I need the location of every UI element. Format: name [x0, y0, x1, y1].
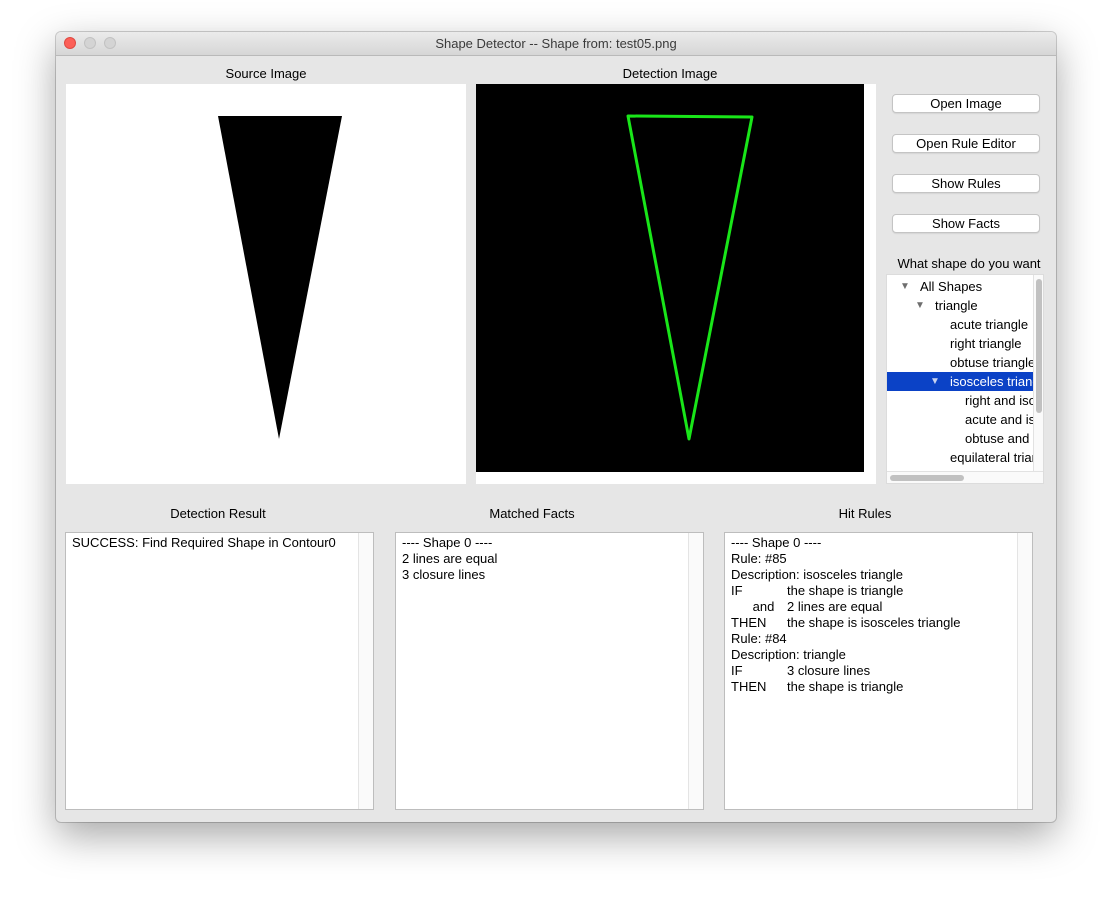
open-rule-editor-button[interactable]: Open Rule Editor [892, 134, 1040, 153]
disclosure-down-icon[interactable]: ▼ [900, 277, 910, 296]
detection-result-scrollbar[interactable] [358, 533, 373, 809]
matched-facts-label: Matched Facts [489, 506, 575, 521]
window-title: Shape Detector -- Shape from: test05.png [435, 36, 677, 51]
tree-item-right-triangle[interactable]: right triangle [887, 334, 1033, 353]
disclosure-down-icon[interactable]: ▼ [930, 372, 940, 391]
maximize-window-button[interactable] [104, 37, 116, 49]
source-triangle-shape [218, 116, 342, 439]
rule-line: Rule: #84 [731, 631, 787, 646]
source-triangle-image [218, 116, 342, 439]
matched-facts-scrollbar[interactable] [688, 533, 703, 809]
shape-tree[interactable]: ▼ All Shapes ▼ triangle acute triangle r… [886, 274, 1044, 484]
tree-item-all-shapes[interactable]: ▼ All Shapes [887, 277, 1033, 296]
show-facts-button[interactable]: Show Facts [892, 214, 1040, 233]
shape-question-label: What shape do you want [897, 256, 1041, 271]
rule-line: Description: triangle [731, 647, 846, 662]
rule-line: and 2 lines are equal [731, 599, 883, 614]
tree-horizontal-scrollbar[interactable] [887, 471, 1043, 483]
source-image-label: Source Image [225, 66, 307, 81]
tree-item-equilateral-triangle[interactable]: equilateral triangle [887, 448, 1033, 467]
source-image-view [66, 84, 466, 484]
detection-result-textarea[interactable]: SUCCESS: Find Required Shape in Contour0 [65, 532, 374, 810]
tree-item-obtuse-triangle[interactable]: obtuse triangle [887, 353, 1033, 372]
detection-image-canvas [476, 84, 864, 472]
detection-result-label: Detection Result [170, 506, 266, 521]
rule-line: THEN the shape is isosceles triangle [731, 615, 961, 630]
fact-line: ---- Shape 0 ---- [402, 535, 493, 550]
tree-vertical-scrollbar[interactable] [1033, 275, 1043, 471]
tree-item-acute-and-isosceles[interactable]: acute and isosceles triangle [887, 410, 1033, 429]
minimize-window-button[interactable] [84, 37, 96, 49]
tree-item-triangle[interactable]: ▼ triangle [887, 296, 1033, 315]
tree-item-acute-triangle[interactable]: acute triangle [887, 315, 1033, 334]
title-bar[interactable]: Shape Detector -- Shape from: test05.png [56, 32, 1056, 56]
rule-line: ---- Shape 0 ---- [731, 535, 822, 550]
hit-rules-textarea[interactable]: ---- Shape 0 ---- Rule: #85 Description:… [724, 532, 1033, 810]
open-image-button[interactable]: Open Image [892, 94, 1040, 113]
rule-line: IF 3 closure lines [731, 663, 871, 678]
tree-vertical-scroll-thumb[interactable] [1036, 279, 1042, 413]
detection-image-background [476, 84, 864, 472]
show-rules-button[interactable]: Show Rules [892, 174, 1040, 193]
matched-facts-textarea[interactable]: ---- Shape 0 ---- 2 lines are equal 3 cl… [395, 532, 704, 810]
rule-line: Rule: #85 [731, 551, 787, 566]
detection-image-view [476, 84, 876, 484]
app-window: Shape Detector -- Shape from: test05.png… [56, 32, 1056, 822]
close-window-button[interactable] [64, 37, 76, 49]
rule-line: IF the shape is triangle [731, 583, 904, 598]
fact-line: 3 closure lines [402, 567, 486, 582]
result-line: SUCCESS: Find Required Shape in Contour0 [72, 535, 336, 550]
rule-line: Description: isosceles triangle [731, 567, 903, 582]
rule-line: THEN the shape is triangle [731, 679, 904, 694]
tree-item-obtuse-and-isosceles[interactable]: obtuse and isosceles triangle [887, 429, 1033, 448]
hit-rules-scrollbar[interactable] [1017, 533, 1032, 809]
disclosure-down-icon[interactable]: ▼ [915, 296, 925, 315]
hit-rules-label: Hit Rules [838, 506, 892, 521]
tree-item-right-and-isosceles[interactable]: right and isosceles triangle [887, 391, 1033, 410]
tree-horizontal-scroll-thumb[interactable] [890, 475, 964, 481]
detection-image-label: Detection Image [622, 66, 718, 81]
fact-line: 2 lines are equal [402, 551, 498, 566]
tree-item-isosceles-triangle[interactable]: ▼ isosceles triangle [887, 372, 1033, 391]
